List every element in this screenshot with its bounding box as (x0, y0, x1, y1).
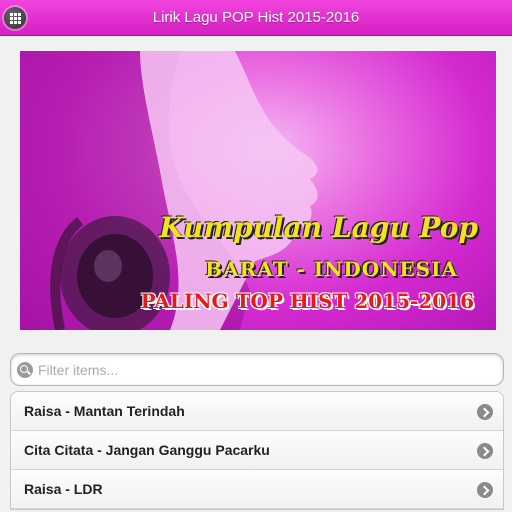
list-item-label: Raisa - Mantan Terindah (24, 403, 185, 419)
chevron-right-icon (477, 404, 493, 420)
filter-bar (10, 353, 504, 386)
page-title: Lirik Lagu POP Hist 2015-2016 (152, 9, 360, 26)
filter-input[interactable] (38, 359, 498, 381)
list-item-label: Cita Citata - Jangan Ganggu Pacarku (24, 442, 270, 458)
banner-subtitle-line: BARAT - INDONESIA (205, 257, 458, 281)
chevron-right-icon (477, 482, 493, 498)
header-bar: Lirik Lagu POP Hist 2015-2016 (0, 0, 512, 36)
list-item-label: Raisa - LDR (24, 481, 103, 497)
list-item[interactable]: Raisa - LDR (11, 470, 503, 509)
song-list: Raisa - Mantan Terindah Cita Citata - Ja… (10, 391, 504, 510)
chevron-right-icon (477, 443, 493, 459)
search-icon (17, 362, 33, 378)
banner-image: Kumpulan Lagu Pop BARAT - INDONESIA PALI… (20, 51, 496, 330)
banner-year-line: PALING TOP HIST 2015-2016 (140, 289, 474, 313)
banner-title-line: Kumpulan Lagu Pop (159, 211, 478, 244)
list-item[interactable]: Cita Citata - Jangan Ganggu Pacarku (11, 431, 503, 470)
list-item[interactable]: Raisa - Mantan Terindah (11, 392, 503, 431)
